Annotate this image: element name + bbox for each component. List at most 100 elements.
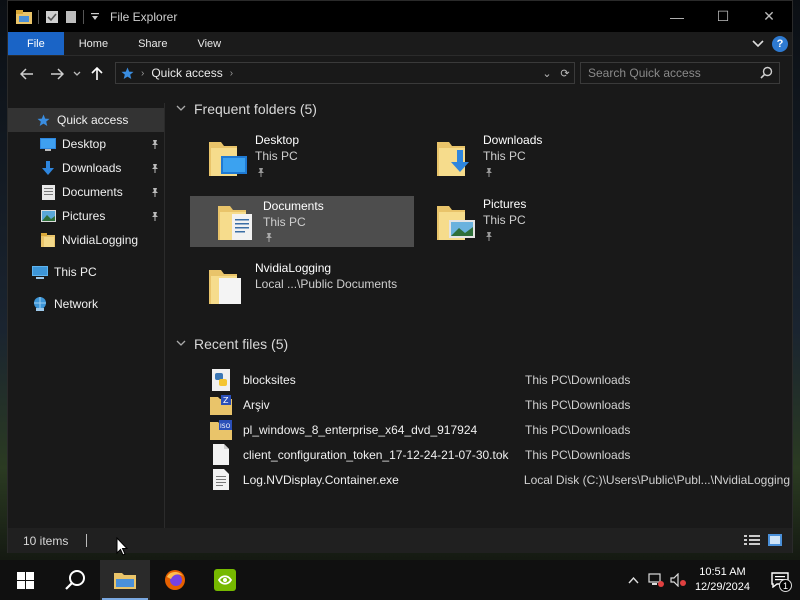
recent-file-row[interactable]: ISO pl_windows_8_enterprise_x64_dvd_9179…: [210, 417, 790, 442]
frequent-folders-heading: Frequent folders (5): [194, 101, 317, 117]
sidebar-item-label: Downloads: [62, 161, 122, 175]
breadcrumb-separator[interactable]: ›: [230, 68, 233, 79]
pin-icon: [484, 230, 494, 244]
network-icon: [32, 296, 48, 312]
address-history-dropdown[interactable]: ⌄: [538, 67, 556, 80]
zip-folder-icon: Z: [210, 394, 232, 416]
expand-ribbon-icon[interactable]: [752, 40, 764, 48]
pin-icon: [150, 210, 160, 224]
help-button[interactable]: ?: [772, 36, 788, 52]
start-button[interactable]: [0, 560, 50, 600]
download-icon: [40, 160, 56, 176]
chevron-down-icon: [73, 71, 81, 76]
sidebar-item-desktop[interactable]: Desktop: [8, 132, 164, 156]
taskbar-nvidia[interactable]: [200, 560, 250, 600]
tab-home[interactable]: Home: [64, 32, 123, 55]
properties-icon[interactable]: [45, 10, 59, 24]
folder-tile-nvidialogging[interactable]: NvidiaLogging Local ...\Public Documents: [183, 258, 443, 310]
folder-app-icon: [16, 9, 32, 24]
downloads-folder-icon: [437, 142, 469, 176]
title-bar: File Explorer — ☐ ✕: [8, 1, 792, 32]
item-count: 10 items: [23, 533, 69, 548]
taskbar-firefox[interactable]: [150, 560, 200, 600]
sidebar-item-label: Network: [54, 297, 99, 311]
svg-text:Z: Z: [223, 396, 229, 405]
large-icons-view-icon[interactable]: [768, 534, 782, 546]
minimize-button[interactable]: —: [654, 1, 700, 32]
taskbar: 10:51 AM 12/29/2024 1: [0, 560, 800, 600]
sidebar-item-this-pc[interactable]: This PC: [8, 260, 164, 284]
volume-tray-button[interactable]: [667, 573, 689, 587]
breadcrumb-separator: ›: [141, 67, 145, 79]
show-hidden-icons-button[interactable]: [623, 576, 645, 584]
firefox-icon: [165, 570, 185, 590]
details-view-icon[interactable]: [744, 534, 760, 546]
folder-tile-pictures[interactable]: Pictures This PC: [411, 194, 635, 246]
star-icon: [35, 112, 51, 128]
breadcrumb-quick-access[interactable]: Quick access: [151, 66, 222, 80]
pin-icon: [264, 231, 274, 245]
search-input[interactable]: [581, 66, 756, 80]
action-center-button[interactable]: 1: [760, 560, 800, 600]
recent-files-heading: Recent files (5): [194, 336, 289, 352]
sidebar-item-nvidialogging[interactable]: NvidiaLogging: [8, 228, 164, 252]
customize-toolbar-icon[interactable]: [90, 12, 100, 22]
ribbon-right-controls: ?: [752, 32, 788, 56]
recent-file-row[interactable]: client_configuration_token_17-12-24-21-0…: [210, 442, 790, 467]
tab-share[interactable]: Share: [123, 32, 182, 55]
python-file-icon: [210, 368, 232, 391]
folder-name: Downloads: [483, 133, 543, 147]
search-box[interactable]: [580, 62, 780, 84]
refresh-button[interactable]: ⟳: [556, 67, 574, 80]
pin-icon: [150, 186, 160, 200]
up-button[interactable]: [84, 62, 110, 86]
taskbar-file-explorer[interactable]: [100, 560, 150, 600]
maximize-button[interactable]: ☐: [700, 1, 746, 32]
ribbon-tabs: File Home Share View ?: [8, 32, 792, 56]
forward-button[interactable]: [44, 62, 70, 86]
folder-tile-documents[interactable]: Documents This PC: [190, 196, 414, 247]
desktop-icon: [40, 136, 56, 152]
recent-file-row[interactable]: blocksites This PC\Downloads: [210, 367, 790, 392]
recent-locations-button[interactable]: [70, 62, 84, 86]
address-bar[interactable]: › Quick access › ⌄ ⟳: [115, 62, 575, 84]
documents-folder-icon: [218, 206, 252, 240]
recent-file-row[interactable]: Log.NVDisplay.Container.exe Local Disk (…: [210, 467, 790, 492]
pin-icon: [150, 162, 160, 176]
folder-name: Desktop: [255, 133, 300, 147]
sidebar-item-quick-access[interactable]: Quick access: [8, 108, 164, 132]
tab-file[interactable]: File: [8, 32, 64, 55]
navigation-bar: › Quick access › ⌄ ⟳: [8, 56, 792, 91]
sidebar-item-pictures[interactable]: Pictures: [8, 204, 164, 228]
folder-name: Documents: [263, 199, 324, 213]
sidebar-item-documents[interactable]: Documents: [8, 180, 164, 204]
desktop-folder-icon: [209, 142, 247, 176]
recent-files-header[interactable]: Recent files (5): [176, 336, 288, 352]
close-button[interactable]: ✕: [746, 1, 792, 32]
tile-info: NvidiaLogging Local ...\Public Documents: [255, 260, 397, 292]
clock[interactable]: 10:51 AM 12/29/2024: [695, 565, 750, 595]
content-pane: Frequent folders (5) Desktop This PC Dow…: [166, 93, 792, 528]
tab-view[interactable]: View: [182, 32, 236, 55]
search-icon[interactable]: [760, 66, 773, 79]
mouse-cursor-icon: [116, 537, 128, 556]
search-taskbar-button[interactable]: [50, 560, 100, 600]
frequent-folders-header[interactable]: Frequent folders (5): [176, 101, 317, 117]
file-explorer-window: File Explorer — ☐ ✕ File Home Share View…: [7, 0, 793, 553]
recent-file-row[interactable]: Z Arşiv This PC\Downloads: [210, 392, 790, 417]
file-name: pl_windows_8_enterprise_x64_dvd_917924: [243, 422, 478, 437]
folder-icon: [40, 232, 56, 248]
folder-tile-desktop[interactable]: Desktop This PC: [183, 130, 407, 182]
chevron-down-icon: [176, 339, 186, 350]
sidebar-item-label: Desktop: [62, 137, 107, 151]
file-name: Log.NVDisplay.Container.exe: [242, 472, 399, 487]
folder-name: NvidiaLogging: [255, 261, 332, 275]
file-name: client_configuration_token_17-12-24-21-0…: [243, 447, 509, 462]
sidebar-item-downloads[interactable]: Downloads: [8, 156, 164, 180]
network-tray-button[interactable]: [645, 573, 667, 587]
back-button[interactable]: [14, 62, 40, 86]
new-folder-icon[interactable]: [65, 10, 77, 24]
sidebar-item-network[interactable]: Network: [8, 292, 164, 316]
clock-time: 10:51 AM: [699, 566, 746, 578]
folder-tile-downloads[interactable]: Downloads This PC: [411, 130, 635, 182]
